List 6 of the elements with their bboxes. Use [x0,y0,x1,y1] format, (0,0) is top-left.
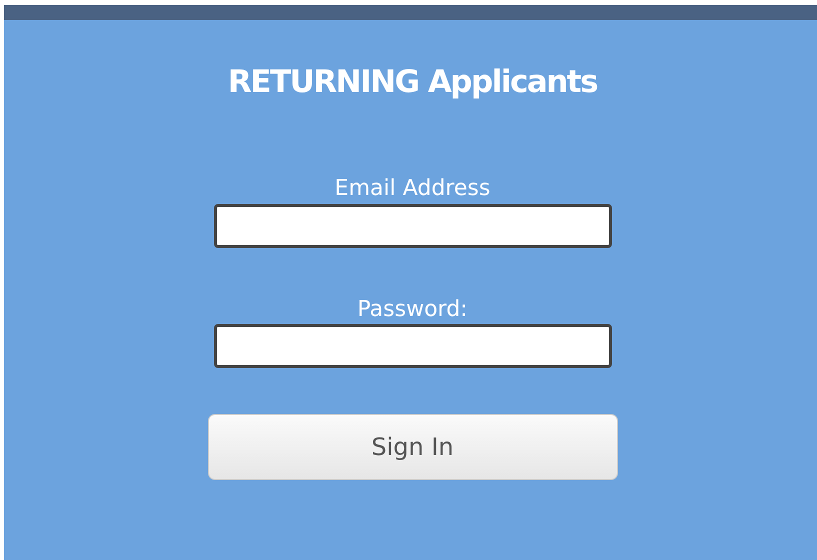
input-field[interactable] [214,324,612,368]
login-heading: RETURNING Applicants [228,64,598,100]
field-label: Password: [357,297,468,322]
input-field[interactable] [214,204,612,248]
field-label: Email Address [334,176,490,201]
sign-in-button[interactable]: Sign In [208,414,618,480]
